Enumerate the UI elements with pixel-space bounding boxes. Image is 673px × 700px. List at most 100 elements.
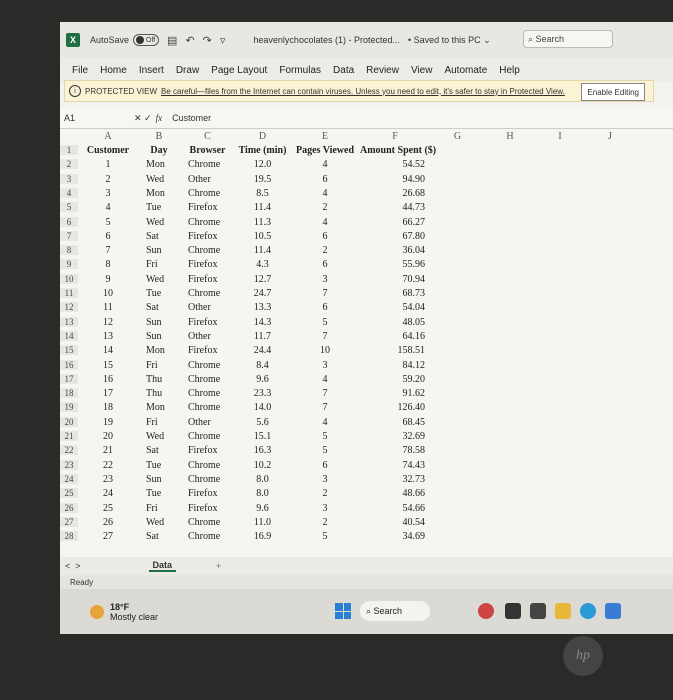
row-header[interactable]: 23 xyxy=(60,459,78,470)
table-cell[interactable]: 14.0 xyxy=(235,402,290,416)
table-cell[interactable]: 7 xyxy=(78,245,138,259)
table-cell[interactable]: 7 xyxy=(290,331,360,345)
menu-item-view[interactable]: View xyxy=(411,65,433,76)
table-cell[interactable]: 54.04 xyxy=(360,302,426,316)
store-icon[interactable] xyxy=(605,603,621,619)
table-cell[interactable]: Sat xyxy=(146,231,188,245)
table-cell[interactable]: 21 xyxy=(78,445,138,459)
table-cell[interactable]: 11 xyxy=(78,302,138,316)
table-cell[interactable]: 15.1 xyxy=(235,431,290,445)
row-header[interactable]: 16 xyxy=(60,359,78,370)
column-header-f[interactable]: F xyxy=(360,131,430,144)
table-cell[interactable]: 9 xyxy=(78,274,138,288)
table-cell[interactable]: 15 xyxy=(78,360,138,374)
row-header[interactable]: 20 xyxy=(60,416,78,427)
table-cell[interactable]: 9.6 xyxy=(235,503,290,517)
table-cell[interactable]: Thu xyxy=(146,388,188,402)
menu-item-home[interactable]: Home xyxy=(100,65,127,76)
row-header[interactable]: 2 xyxy=(60,159,78,170)
row-header[interactable]: 14 xyxy=(60,330,78,341)
table-cell[interactable]: 27 xyxy=(78,531,138,545)
menu-item-draw[interactable]: Draw xyxy=(176,65,199,76)
table-cell[interactable]: 5 xyxy=(78,217,138,231)
table-cell[interactable]: 25 xyxy=(78,503,138,517)
table-cell[interactable]: 55.96 xyxy=(360,259,426,273)
table-cell[interactable]: 8.0 xyxy=(235,488,290,502)
table-cell[interactable]: Fri xyxy=(146,503,188,517)
table-cell[interactable]: 10 xyxy=(78,288,138,302)
table-cell[interactable]: 7 xyxy=(290,388,360,402)
table-cell[interactable]: 6 xyxy=(290,259,360,273)
header-cell[interactable]: Pages Viewed xyxy=(290,145,360,159)
table-cell[interactable]: 7 xyxy=(290,402,360,416)
table-cell[interactable]: Sun xyxy=(146,317,188,331)
quick-access-dropdown-icon[interactable]: ▿ xyxy=(220,34,226,47)
table-cell[interactable]: 4 xyxy=(78,202,138,216)
row-header[interactable]: 15 xyxy=(60,345,78,356)
header-cell[interactable]: Day xyxy=(138,145,180,159)
table-cell[interactable]: 19 xyxy=(78,417,138,431)
row-header[interactable]: 6 xyxy=(60,216,78,227)
table-cell[interactable]: 11.7 xyxy=(235,331,290,345)
search-box[interactable]: ⌕ Search xyxy=(523,30,613,48)
table-cell[interactable]: Fri xyxy=(146,259,188,273)
row-header[interactable]: 19 xyxy=(60,402,78,413)
header-cell[interactable]: Time (min) xyxy=(235,145,290,159)
menu-item-insert[interactable]: Insert xyxy=(139,65,164,76)
header-cell[interactable]: Customer xyxy=(78,145,138,159)
column-header-a[interactable]: A xyxy=(78,131,138,144)
table-cell[interactable]: 12.0 xyxy=(235,159,290,173)
file-explorer-icon[interactable] xyxy=(555,603,571,619)
table-cell[interactable]: 2 xyxy=(290,202,360,216)
table-cell[interactable]: 94.90 xyxy=(360,174,426,188)
protected-message-link[interactable]: Be careful—files from the Internet can c… xyxy=(161,87,565,96)
table-cell[interactable]: 18 xyxy=(78,402,138,416)
column-header-b[interactable]: B xyxy=(138,131,180,144)
formula-content[interactable]: Customer xyxy=(172,113,211,123)
cancel-icon[interactable]: ✕ xyxy=(134,113,142,124)
row-header[interactable]: 21 xyxy=(60,431,78,441)
redo-icon[interactable]: ↷ xyxy=(203,34,212,47)
table-cell[interactable]: 158.51 xyxy=(360,345,426,359)
table-cell[interactable]: Wed xyxy=(146,174,188,188)
column-header-c[interactable]: C xyxy=(180,131,235,144)
column-header-i[interactable]: I xyxy=(535,131,585,144)
table-cell[interactable]: 22 xyxy=(78,460,138,474)
table-cell[interactable]: Tue xyxy=(146,460,188,474)
header-cell[interactable]: Browser xyxy=(180,145,235,159)
table-cell[interactable]: 10.5 xyxy=(235,231,290,245)
windows-start-icon[interactable] xyxy=(335,603,351,619)
table-cell[interactable]: Tue xyxy=(146,202,188,216)
undo-icon[interactable]: ↶ xyxy=(185,34,194,47)
table-cell[interactable]: 6 xyxy=(290,460,360,474)
table-cell[interactable]: Mon xyxy=(146,159,188,173)
menu-item-automate[interactable]: Automate xyxy=(444,65,487,76)
table-cell[interactable]: 40.54 xyxy=(360,517,426,531)
table-cell[interactable]: 66.27 xyxy=(360,217,426,231)
menu-item-file[interactable]: File xyxy=(72,65,88,76)
table-cell[interactable]: Sat xyxy=(146,302,188,316)
table-cell[interactable]: 36.04 xyxy=(360,245,426,259)
add-sheet-icon[interactable]: + xyxy=(216,561,221,571)
save-icon[interactable]: ▤ xyxy=(167,34,177,47)
row-header[interactable]: 1 xyxy=(60,145,78,155)
table-cell[interactable]: 84.12 xyxy=(360,360,426,374)
table-cell[interactable]: 13 xyxy=(78,331,138,345)
table-cell[interactable]: Fri xyxy=(146,417,188,431)
edge-icon[interactable] xyxy=(580,603,596,619)
table-cell[interactable]: Sun xyxy=(146,474,188,488)
row-header[interactable]: 22 xyxy=(60,445,78,456)
table-cell[interactable]: 70.94 xyxy=(360,274,426,288)
table-cell[interactable]: 4 xyxy=(290,374,360,388)
table-cell[interactable]: 32.69 xyxy=(360,431,426,445)
table-cell[interactable]: 7 xyxy=(290,288,360,302)
table-cell[interactable]: 6 xyxy=(290,302,360,316)
table-cell[interactable]: 4 xyxy=(290,188,360,202)
table-cell[interactable]: Wed xyxy=(146,431,188,445)
table-cell[interactable]: 5 xyxy=(290,317,360,331)
table-cell[interactable]: 11.3 xyxy=(235,217,290,231)
table-cell[interactable]: 78.58 xyxy=(360,445,426,459)
table-cell[interactable]: 6 xyxy=(290,231,360,245)
table-cell[interactable]: 26.68 xyxy=(360,188,426,202)
column-header-g[interactable]: G xyxy=(430,131,485,144)
